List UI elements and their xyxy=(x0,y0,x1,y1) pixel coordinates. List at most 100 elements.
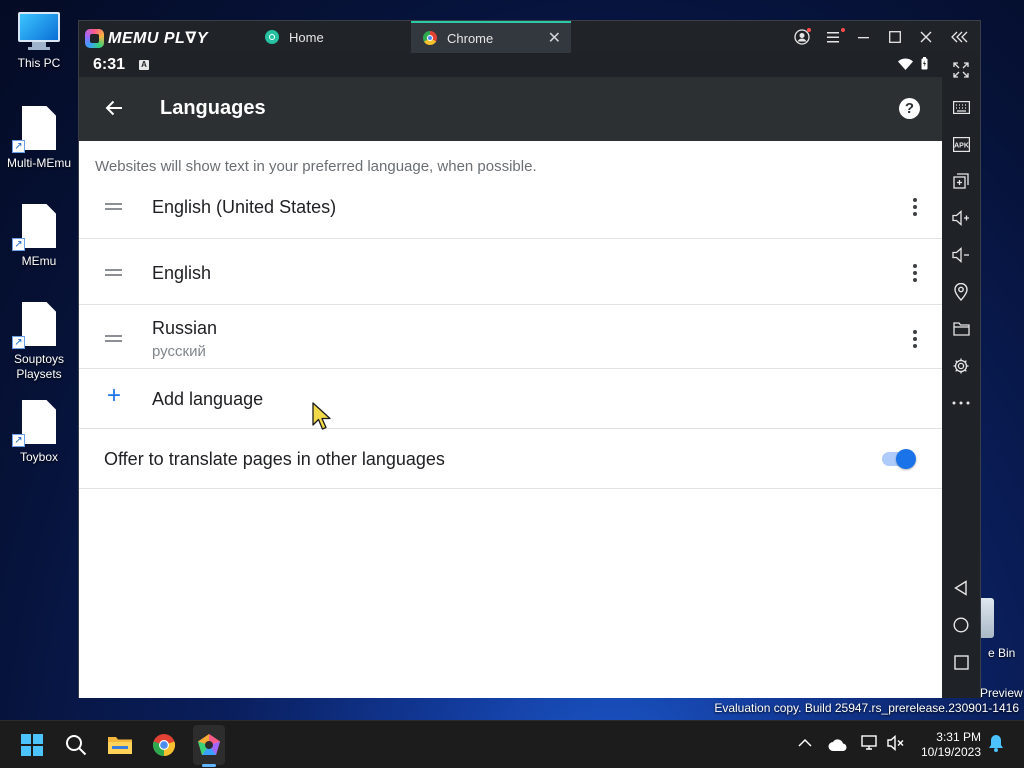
desktop-icon-memu[interactable]: ↗ MEmu xyxy=(4,204,74,269)
file-icon xyxy=(22,106,56,150)
memu-logo-text: MEMU PL∇Y xyxy=(108,30,209,47)
clock-date: 10/19/2023 xyxy=(920,745,981,759)
start-button[interactable] xyxy=(18,731,46,759)
location-icon[interactable] xyxy=(950,281,972,303)
app-bar: Languages ? xyxy=(79,77,942,141)
collapse-panel-icon[interactable] xyxy=(945,21,975,53)
taskbar-active-indicator xyxy=(202,764,216,767)
offer-translate-row[interactable]: Offer to translate pages in other langua… xyxy=(79,429,942,489)
close-window-icon[interactable] xyxy=(911,21,941,53)
windows-taskbar: 3:31 PM 10/19/2023 xyxy=(0,720,1024,768)
folder-icon[interactable] xyxy=(950,318,972,340)
nav-home-icon[interactable] xyxy=(950,614,972,636)
drag-handle-icon[interactable] xyxy=(105,335,122,345)
chrome-icon xyxy=(423,31,437,45)
tab-home[interactable]: Home xyxy=(259,21,409,53)
desktop-icon-multi-memu[interactable]: ↗ Multi-MEmu xyxy=(4,106,74,171)
multi-window-icon[interactable] xyxy=(950,170,972,192)
memu-titlebar: MEMU PL∇Y Home Chrome ✕ xyxy=(79,21,980,53)
language-row-english[interactable]: English xyxy=(79,239,942,305)
shortcut-arrow-icon: ↗ xyxy=(12,434,25,447)
menu-icon[interactable] xyxy=(819,21,849,53)
nav-recents-icon[interactable] xyxy=(950,651,972,673)
android-screen: 6:31 A Languages ? Websites will show te… xyxy=(79,53,942,698)
android-status-bar: 6:31 A xyxy=(79,53,942,77)
page-title: Languages xyxy=(160,97,266,119)
notification-a-icon: A xyxy=(139,60,150,70)
language-native-name: русский xyxy=(152,343,206,360)
language-name: Russian xyxy=(152,318,218,338)
desktop-icon-label: MEmu xyxy=(21,254,57,268)
wifi-icon xyxy=(898,58,913,70)
desktop-icon-label: Multi-MEmu xyxy=(6,156,71,170)
language-name: English (United States) xyxy=(152,197,337,217)
memu-side-toolbar: APK xyxy=(942,53,980,698)
add-language-button[interactable]: + Add language xyxy=(79,369,942,429)
system-clock[interactable]: 3:31 PM 10/19/2023 xyxy=(921,730,981,760)
language-row-english-us[interactable]: English (United States) xyxy=(79,173,942,239)
shortcut-arrow-icon: ↗ xyxy=(12,336,25,349)
recycle-bin-label: e Bin xyxy=(988,646,1016,660)
tab-chrome[interactable]: Chrome ✕ xyxy=(411,21,571,53)
mouse-cursor-icon xyxy=(312,402,331,430)
desktop-icon-this-pc[interactable]: This PC xyxy=(4,2,74,71)
help-icon[interactable]: ? xyxy=(899,98,920,119)
recycle-bin-icon[interactable] xyxy=(980,598,994,638)
desktop-icon-label: This PC xyxy=(17,56,61,70)
more-vert-icon[interactable] xyxy=(913,264,917,285)
preview-label: Preview xyxy=(980,686,1023,700)
nav-back-icon[interactable] xyxy=(950,577,972,599)
volume-up-icon[interactable] xyxy=(950,207,972,229)
file-explorer-icon[interactable] xyxy=(106,731,134,759)
clock-time: 3:31 PM xyxy=(936,730,981,744)
maximize-icon[interactable] xyxy=(880,21,910,53)
svg-text:APK: APK xyxy=(954,142,969,149)
file-icon xyxy=(22,400,56,444)
drag-handle-icon[interactable] xyxy=(105,269,122,279)
add-language-label: Add language xyxy=(152,389,264,409)
memu-logo: MEMU PL∇Y xyxy=(85,28,208,48)
offer-translate-toggle[interactable] xyxy=(882,449,916,469)
file-icon xyxy=(22,302,56,346)
shortcut-arrow-icon: ↗ xyxy=(12,140,25,153)
onedrive-cloud-icon[interactable] xyxy=(828,738,848,756)
memu-logo-icon xyxy=(85,28,104,48)
file-icon xyxy=(22,204,56,248)
add-icon: + xyxy=(107,382,122,409)
more-vert-icon[interactable] xyxy=(913,330,917,351)
search-icon[interactable] xyxy=(62,731,90,759)
offer-translate-label: Offer to translate pages in other langua… xyxy=(104,449,445,469)
more-options-icon[interactable] xyxy=(950,392,972,414)
home-app-icon xyxy=(265,30,279,44)
apk-icon[interactable]: APK xyxy=(950,133,972,155)
battery-icon xyxy=(921,57,928,70)
memu-window: MEMU PL∇Y Home Chrome ✕ 6:31 A Languages… xyxy=(78,20,981,698)
account-icon[interactable] xyxy=(787,21,817,53)
desktop-icon-souptoys[interactable]: ↗ Souptoys Playsets xyxy=(4,302,74,382)
shortcut-arrow-icon: ↗ xyxy=(12,238,25,251)
monitor-icon xyxy=(18,12,60,42)
tab-home-label: Home xyxy=(289,29,324,45)
settings-gear-icon[interactable] xyxy=(950,355,972,377)
network-monitor-icon[interactable] xyxy=(861,735,879,756)
fullscreen-icon[interactable] xyxy=(950,59,972,81)
drag-handle-icon[interactable] xyxy=(105,203,122,213)
evaluation-watermark: Evaluation copy. Build 25947.rs_prerelea… xyxy=(714,701,1019,715)
notification-bell-icon[interactable] xyxy=(988,734,1004,757)
desktop-icon-label: Souptoys Playsets xyxy=(13,352,65,381)
memu-taskbar-icon[interactable] xyxy=(195,731,223,759)
volume-muted-icon[interactable] xyxy=(887,734,905,756)
status-time: 6:31 xyxy=(93,56,126,73)
desktop-icon-label: Toybox xyxy=(19,450,59,464)
close-tab-icon[interactable]: ✕ xyxy=(548,31,561,47)
minimize-icon[interactable] xyxy=(849,21,879,53)
chrome-taskbar-icon[interactable] xyxy=(150,731,178,759)
keyboard-icon[interactable] xyxy=(950,96,972,118)
volume-down-icon[interactable] xyxy=(950,244,972,266)
tab-chrome-label: Chrome xyxy=(447,30,494,46)
language-row-russian[interactable]: Russian русский xyxy=(79,305,942,369)
back-arrow-icon[interactable] xyxy=(105,99,123,117)
desktop-icon-toybox[interactable]: ↗ Toybox xyxy=(4,400,74,465)
show-hidden-icons-chevron-icon[interactable] xyxy=(798,735,812,753)
more-vert-icon[interactable] xyxy=(913,198,917,219)
